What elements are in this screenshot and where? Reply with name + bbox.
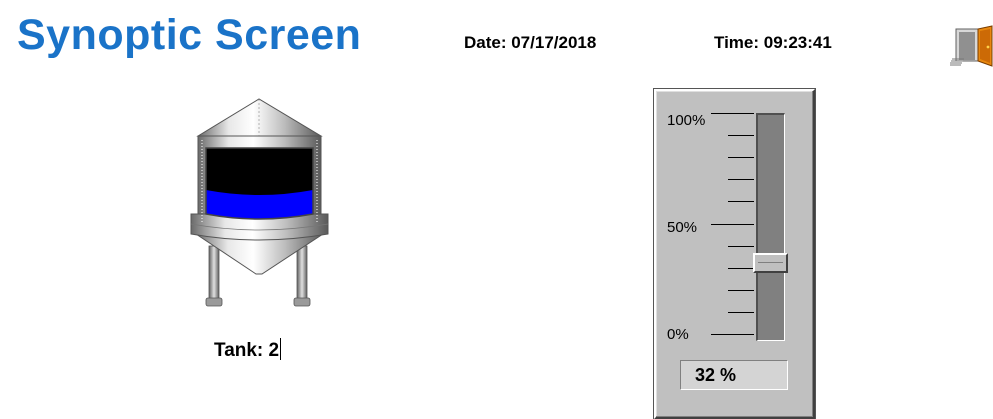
gauge-tick	[728, 289, 754, 291]
gauge-tick	[728, 179, 754, 181]
gauge-tick	[728, 201, 754, 203]
gauge-label-0: 0%	[667, 326, 689, 343]
gauge-tick	[728, 311, 754, 313]
gauge-tick	[711, 223, 754, 225]
gauge-tick	[728, 245, 754, 247]
exit-door-icon[interactable]	[950, 25, 993, 67]
gauge-tick	[728, 267, 754, 269]
page-title: Synoptic Screen	[17, 11, 362, 59]
gauge-tick	[711, 334, 754, 335]
storage-tank-icon	[190, 98, 329, 307]
slider-track[interactable]	[756, 113, 785, 341]
time-display: Time: 09:23:41	[714, 33, 832, 52]
tank-label[interactable]: Tank: 2	[214, 338, 282, 362]
synoptic-screen: Synoptic Screen Date: 07/17/2018 Time: 0…	[0, 0, 993, 419]
slider-thumb[interactable]	[753, 253, 788, 274]
gauge-tick	[711, 113, 754, 114]
gauge-label-50: 50%	[667, 219, 698, 236]
level-gauge-panel: 100% 50% 0% 32 %	[653, 88, 816, 419]
tank-label-text: Tank: 2	[214, 340, 280, 361]
gauge-label-100: 100%	[667, 112, 706, 129]
gauge-tick	[728, 157, 754, 159]
slider-thumb-grip	[758, 262, 783, 264]
text-caret	[280, 338, 282, 360]
gauge-tick	[728, 135, 754, 137]
date-display: Date: 07/17/2018	[464, 33, 597, 52]
level-readout: 32 %	[680, 360, 788, 390]
